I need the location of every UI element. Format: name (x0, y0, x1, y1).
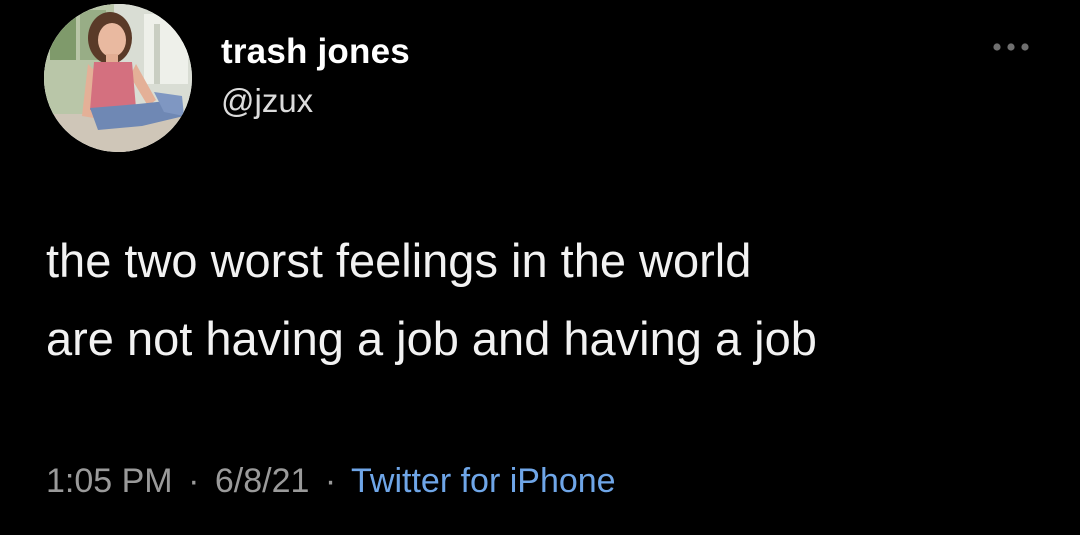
tweet-text: the two worst feelings in the world are … (46, 234, 817, 365)
avatar-photo (44, 4, 192, 152)
meta-separator: · (188, 462, 200, 500)
avatar[interactable] (44, 4, 192, 152)
more-options-icon[interactable] (990, 38, 1032, 56)
meta-separator: · (324, 462, 337, 500)
tweet-metadata: 1:05 PM · 6/8/21 · Twitter for iPhone (46, 462, 616, 501)
tweet-time[interactable]: 1:05 PM (46, 462, 173, 500)
tweet: trash jones @jzux the two worst feelings… (0, 0, 1080, 535)
tweet-date[interactable]: 6/8/21 (215, 462, 310, 500)
author-handle[interactable]: @jzux (221, 82, 313, 120)
tweet-source-link[interactable]: Twitter for iPhone (351, 462, 616, 500)
author-display-name[interactable]: trash jones (221, 32, 410, 72)
